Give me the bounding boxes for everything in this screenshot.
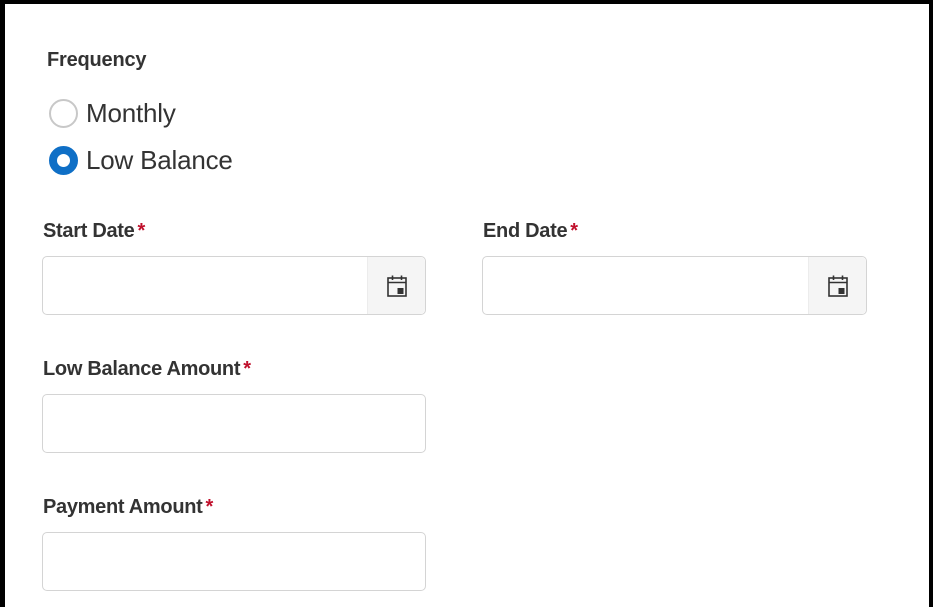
- end-date-label-text: End Date: [483, 220, 568, 242]
- low-balance-amount-field: [42, 394, 426, 453]
- payment-amount-label: Payment Amount *: [43, 496, 213, 519]
- payment-amount-input[interactable]: [43, 533, 425, 590]
- end-date-calendar-button[interactable]: [808, 257, 866, 314]
- start-date-label-text: Start Date: [43, 220, 135, 242]
- low-balance-radio-label: Low Balance: [86, 145, 233, 175]
- start-date-label: Start Date *: [43, 220, 145, 243]
- end-date-input[interactable]: [483, 257, 808, 314]
- payment-amount-field: [42, 532, 426, 591]
- required-asterisk: *: [137, 220, 145, 242]
- low-balance-amount-label-text: Low Balance Amount: [43, 358, 241, 380]
- low-balance-amount-input[interactable]: [43, 395, 425, 452]
- end-date-label: End Date *: [483, 220, 578, 243]
- required-asterisk: *: [570, 220, 578, 242]
- start-date-input[interactable]: [43, 257, 367, 314]
- end-date-field: [482, 256, 867, 315]
- frequency-label: Frequency: [47, 49, 147, 71]
- payment-amount-label-text: Payment Amount: [43, 496, 203, 518]
- low-balance-radio-button[interactable]: [49, 146, 78, 175]
- low-balance-amount-label: Low Balance Amount *: [43, 358, 251, 381]
- radio-option-low-balance[interactable]: Low Balance: [49, 145, 233, 176]
- required-asterisk: *: [205, 496, 214, 518]
- start-date-calendar-button[interactable]: [367, 257, 425, 314]
- calendar-icon: [386, 275, 407, 297]
- monthly-radio-label: Monthly: [86, 98, 176, 128]
- radio-option-monthly[interactable]: Monthly: [49, 98, 176, 129]
- monthly-radio-button[interactable]: [49, 99, 78, 128]
- required-asterisk: *: [243, 358, 251, 380]
- start-date-field: [42, 256, 426, 315]
- calendar-icon: [827, 275, 848, 297]
